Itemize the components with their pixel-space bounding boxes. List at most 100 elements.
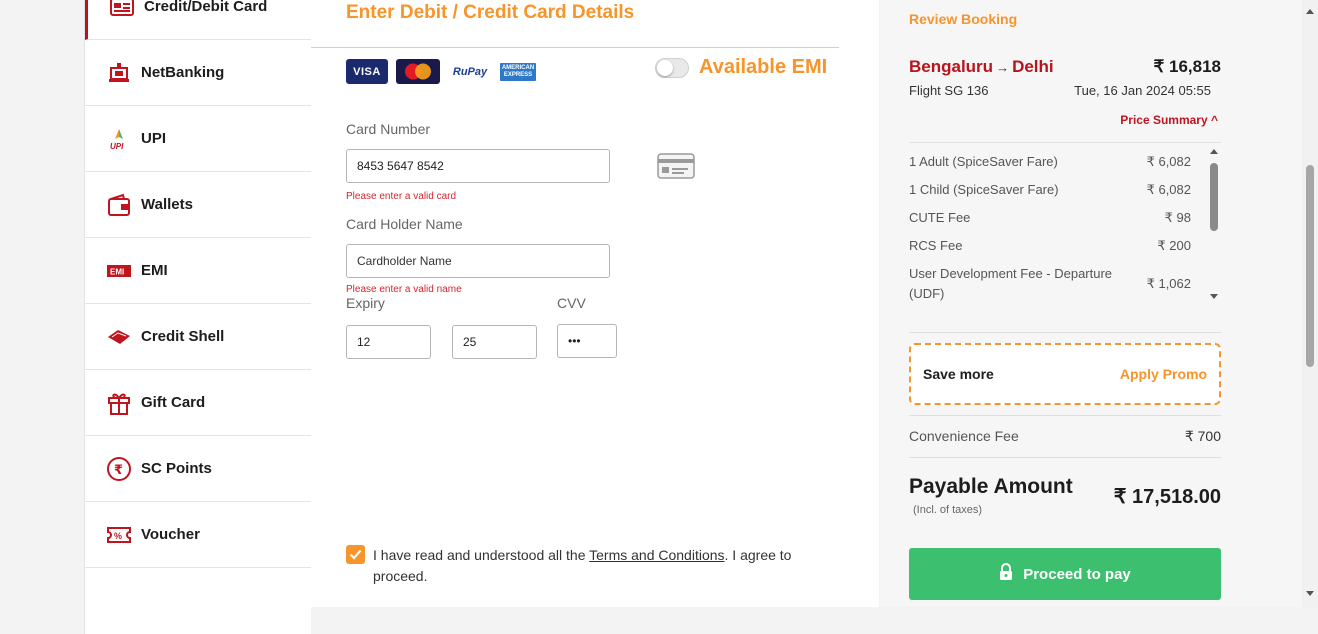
menu-item-label: SC Points xyxy=(141,460,212,477)
scroll-down-icon[interactable] xyxy=(1210,294,1218,299)
price-summary-toggle[interactable]: Price Summary ^ xyxy=(1120,113,1218,127)
card-placeholder-icon xyxy=(657,153,695,184)
breakup-amount: ₹ 6,082 xyxy=(1146,182,1191,197)
amex-logo: AMERICAN EXPRESS xyxy=(500,62,536,81)
menu-item-label: Credit Shell xyxy=(141,328,225,345)
menu-item-upi[interactable]: UPI UPI xyxy=(85,106,311,172)
menu-item-label: Wallets xyxy=(141,196,193,213)
breakup-label: User Development Fee - Departure (UDF) xyxy=(909,266,1113,301)
card-network-logos: VISA RuPay AMERICAN EXPRESS xyxy=(346,59,536,84)
svg-text:UPI: UPI xyxy=(110,142,124,151)
menu-item-label: Credit/Debit Card xyxy=(144,0,268,15)
menu-item-label: NetBanking xyxy=(141,64,225,81)
proceed-to-pay-label: Proceed to pay xyxy=(1023,565,1131,583)
flight-number: Flight SG 136 xyxy=(909,83,989,98)
divider xyxy=(909,332,1221,333)
scroll-up-icon[interactable] xyxy=(1306,9,1314,14)
emi-icon: EMI xyxy=(105,257,133,285)
expiry-month-input[interactable] xyxy=(346,325,431,359)
gift-icon xyxy=(105,389,133,417)
review-booking-step: Review Booking xyxy=(909,11,1018,27)
mastercard-logo xyxy=(396,59,440,84)
card-number-label: Card Number xyxy=(346,121,431,137)
payment-method-menu: Credit/Debit Card NetBanking UPI UPI Wal… xyxy=(84,0,311,634)
menu-item-credit-shell[interactable]: Credit Shell xyxy=(85,304,311,370)
proceed-to-pay-button[interactable]: Proceed to pay xyxy=(909,548,1221,600)
origin-city: Bengaluru xyxy=(909,57,994,76)
cvv-input[interactable] xyxy=(557,324,617,358)
menu-item-sc-points[interactable]: ₹ SC Points xyxy=(85,436,311,502)
svg-text:₹: ₹ xyxy=(114,463,123,478)
terms-text: I have read and understood all the Terms… xyxy=(373,545,846,587)
svg-text:EMI: EMI xyxy=(110,267,124,276)
destination-city: Delhi xyxy=(1012,57,1054,76)
save-more-label: Save more xyxy=(923,366,994,382)
menu-item-voucher[interactable]: % Voucher xyxy=(85,502,311,568)
emi-label: Available EMI xyxy=(699,56,828,78)
terms-row: I have read and understood all the Terms… xyxy=(346,545,846,587)
title-divider xyxy=(311,47,839,48)
fare-total: ₹ 16,818 xyxy=(1153,57,1221,76)
upi-icon: UPI xyxy=(105,125,133,153)
terms-link[interactable]: Terms and Conditions xyxy=(589,547,724,563)
menu-item-emi[interactable]: EMI EMI xyxy=(85,238,311,304)
breakup-label: 1 Child (SpiceSaver Fare) xyxy=(909,182,1059,197)
expiry-label: Expiry xyxy=(346,295,385,311)
checkmark-icon xyxy=(349,549,362,560)
card-holder-error: Please enter a valid name xyxy=(346,284,462,295)
scroll-thumb[interactable] xyxy=(1210,163,1218,231)
menu-item-label: EMI xyxy=(141,262,168,279)
scroll-thumb[interactable] xyxy=(1306,165,1314,367)
svg-text:%: % xyxy=(114,531,122,541)
page-scrollbar[interactable] xyxy=(1302,0,1318,607)
divider xyxy=(909,415,1221,416)
terms-checkbox[interactable] xyxy=(346,545,365,564)
emi-toggle-row: Available EMI xyxy=(655,56,827,79)
card-number-input[interactable] xyxy=(346,149,610,183)
payable-amount-value: ₹ 17,518.00 xyxy=(1113,486,1221,508)
menu-item-netbanking[interactable]: NetBanking xyxy=(85,40,311,106)
breakup-scrollbar[interactable] xyxy=(1207,143,1221,309)
menu-item-label: UPI xyxy=(141,130,167,147)
rupay-logo: RuPay xyxy=(452,65,488,78)
breakup-amount: ₹ 6,082 xyxy=(1146,154,1191,169)
promo-box: Save more Apply Promo xyxy=(909,343,1221,405)
booking-summary: Review Booking Bengaluru → Delhi ₹ 16,81… xyxy=(880,0,1302,607)
toggle-knob xyxy=(657,59,673,76)
breakup-label: 1 Adult (SpiceSaver Fare) xyxy=(909,154,1058,169)
breakup-row: RCS Fee ₹ 200 xyxy=(909,236,1191,256)
card-details-panel: Enter Debit / Credit Card Details VISA R… xyxy=(311,0,879,607)
payable-amount-note: (Incl. of taxes) xyxy=(913,504,983,516)
convenience-fee-label: Convenience Fee xyxy=(909,428,1019,444)
menu-item-credit-debit-card[interactable]: Credit/Debit Card xyxy=(85,0,311,40)
menu-item-label: Gift Card xyxy=(141,394,206,411)
card-icon xyxy=(108,0,136,21)
breakup-label: CUTE Fee xyxy=(909,210,971,225)
apply-promo-link[interactable]: Apply Promo xyxy=(1120,366,1207,382)
menu-item-gift-card[interactable]: Gift Card xyxy=(85,370,311,436)
breakup-amount: ₹ 200 xyxy=(1157,238,1191,253)
scroll-up-icon[interactable] xyxy=(1210,149,1218,154)
voucher-icon: % xyxy=(105,521,133,549)
scroll-down-icon[interactable] xyxy=(1306,591,1314,596)
flight-datetime: Tue, 16 Jan 2024 05:55 xyxy=(1074,83,1211,98)
convenience-fee-amount: ₹ 700 xyxy=(1184,428,1221,444)
price-breakup-list: 1 Adult (SpiceSaver Fare) ₹ 6,082 1 Chil… xyxy=(909,142,1221,309)
cvv-label: CVV xyxy=(557,295,586,311)
form-title: Enter Debit / Credit Card Details xyxy=(346,2,635,23)
flight-route: Bengaluru → Delhi xyxy=(909,57,1054,77)
expiry-year-input[interactable] xyxy=(452,325,537,359)
divider xyxy=(909,457,1221,458)
breakup-row: 1 Child (SpiceSaver Fare) ₹ 6,082 xyxy=(909,180,1191,200)
credit-shell-icon xyxy=(105,323,133,351)
breakup-amount: ₹ 1,062 xyxy=(1146,276,1191,291)
breakup-row: User Development Fee - Departure (UDF) ₹… xyxy=(909,264,1191,304)
menu-item-label: Voucher xyxy=(141,526,200,543)
payable-amount-label: Payable Amount xyxy=(909,475,1073,498)
breakup-label: RCS Fee xyxy=(909,238,963,253)
route-arrow-icon: → xyxy=(996,60,1010,75)
menu-item-wallets[interactable]: Wallets xyxy=(85,172,311,238)
card-holder-input[interactable] xyxy=(346,244,610,278)
terms-prefix: I have read and understood all the xyxy=(373,547,590,563)
emi-toggle[interactable] xyxy=(655,57,689,78)
